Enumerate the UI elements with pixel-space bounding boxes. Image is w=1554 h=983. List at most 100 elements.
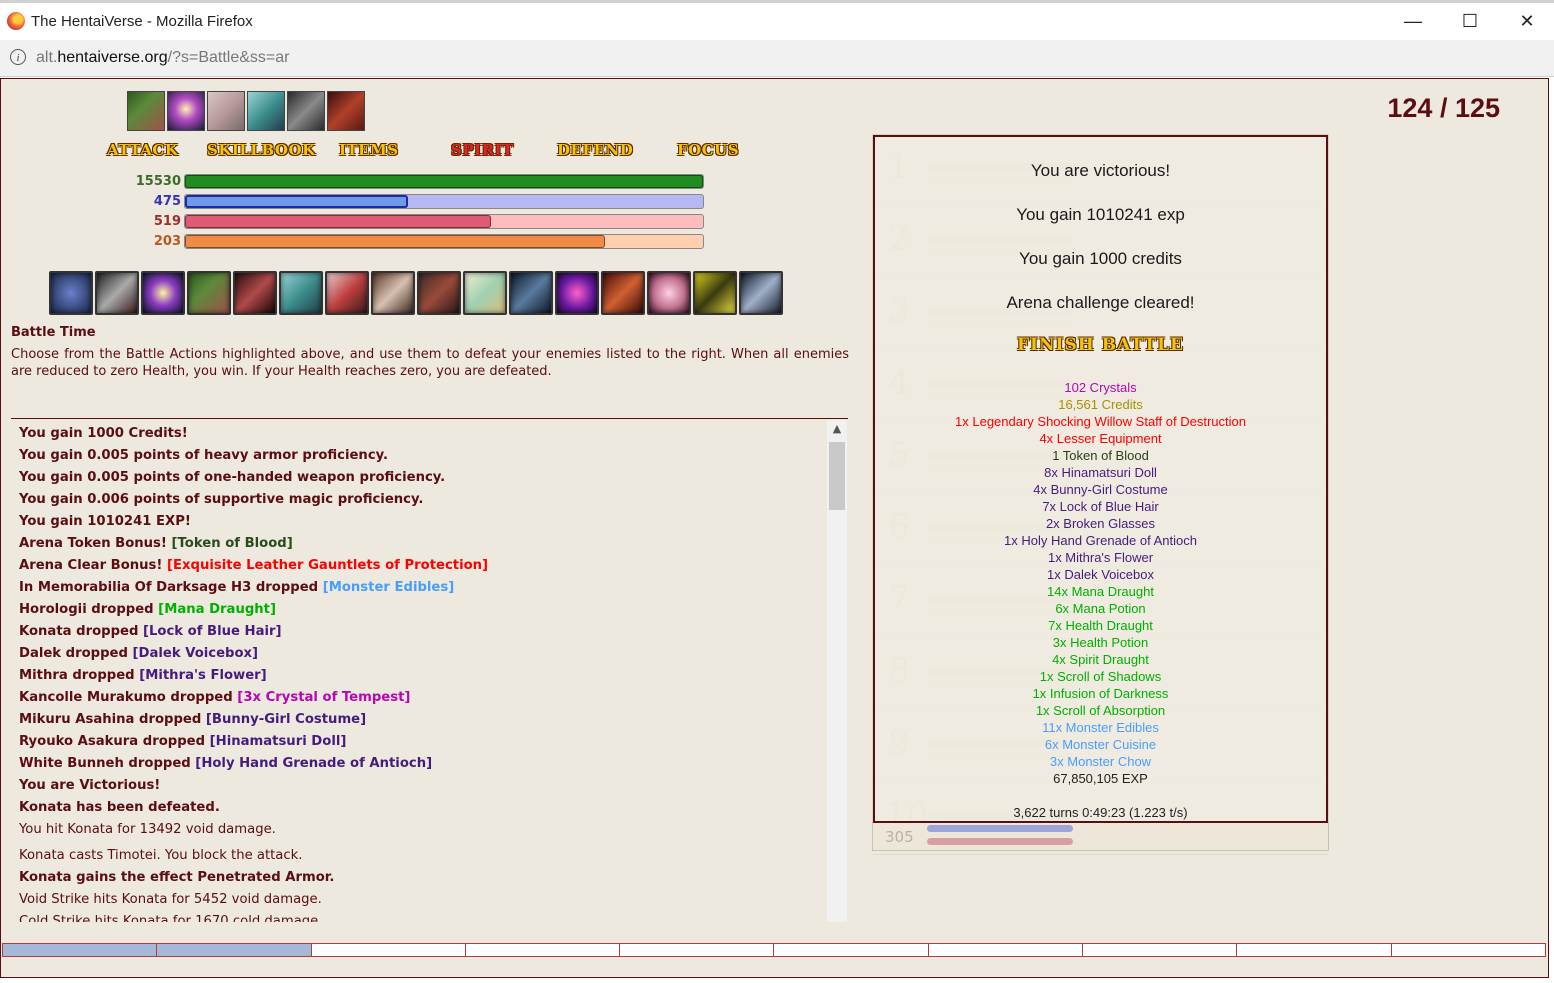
action-defend[interactable]: Defend <box>557 141 633 159</box>
progress-segment <box>1392 944 1545 956</box>
log-line: Arena Clear Bonus! [Exquisite Leather Ga… <box>11 555 848 577</box>
log-line: Mithra dropped [Mithra's Flower] <box>11 665 848 687</box>
quickbar <box>49 271 783 315</box>
scroll-up-arrow-icon[interactable]: ▲ <box>827 420 847 438</box>
log-text: Konata has been defeated. <box>19 800 220 815</box>
progress-segment <box>157 944 312 956</box>
result-arena-cleared: Arena challenge cleared! <box>1006 293 1195 312</box>
log-text: Mithra dropped <box>19 668 140 683</box>
log-line: You are Victorious! <box>11 775 848 797</box>
monster-mp-bar <box>927 825 1073 832</box>
log-text: Void Strike hits Konata for 5452 void da… <box>19 892 322 907</box>
action-skillbook[interactable]: Skillbook <box>207 141 316 159</box>
scroll-thumb[interactable] <box>829 442 845 510</box>
loot-list: 102 Crystals 16,561 Credits 1x Legendary S… <box>875 379 1326 787</box>
quickbar-slot-9-icon[interactable] <box>417 271 461 315</box>
log-line: In Memorabilia Of Darksage H3 dropped [M… <box>11 577 848 599</box>
loot-item: 1 Token of Blood <box>1052 448 1149 463</box>
turn-stats: 3,622 turns 0:49:23 (1.223 t/s) <box>1013 805 1188 820</box>
log-line: Mikuru Asahina dropped [Bunny-Girl Costu… <box>11 709 848 731</box>
spirit-value: 519 <box>153 214 181 229</box>
quickbar-slot-13-icon[interactable] <box>601 271 645 315</box>
log-text: Ryouko Asakura dropped <box>19 734 210 749</box>
effect-icons <box>127 91 365 131</box>
monster-stats-row: 305 <box>872 822 1329 851</box>
loot-item: 67,850,105 EXP <box>1053 771 1148 786</box>
action-spirit[interactable]: Spirit <box>451 141 514 159</box>
log-text: Mikuru Asahina dropped <box>19 712 206 727</box>
buff-4-icon[interactable] <box>247 91 285 131</box>
log-item-link: [Mithra's Flower] <box>139 668 267 683</box>
loot-item: 3x Monster Chow <box>1049 754 1152 769</box>
progress-segment <box>1083 944 1238 956</box>
quickbar-slot-7-icon[interactable] <box>325 271 369 315</box>
buff-2-icon[interactable] <box>167 91 205 131</box>
log-item-link: [Hinamatsuri Doll] <box>209 734 347 749</box>
minimize-button[interactable]: — <box>1384 3 1442 40</box>
quickbar-slot-3-icon[interactable] <box>141 271 185 315</box>
quickbar-slot-5-icon[interactable] <box>233 271 277 315</box>
progress-segment <box>929 944 1084 956</box>
log-line: White Bunneh dropped [Holy Hand Grenade … <box>11 753 848 775</box>
log-line: You gain 1010241 EXP! <box>11 511 848 533</box>
log-line: Konata dropped [Lock of Blue Hair] <box>11 621 848 643</box>
quickbar-slot-10-icon[interactable] <box>463 271 507 315</box>
log-text: You gain 1010241 EXP! <box>19 514 191 529</box>
maximize-button[interactable]: ☐ <box>1441 3 1499 40</box>
log-line: You gain 0.006 points of supportive magi… <box>11 489 848 511</box>
overcharge-bar <box>184 234 704 249</box>
address-bar[interactable]: i alt.hentaiverse.org/?s=Battle&ss=ar <box>0 40 1554 77</box>
log-text: Kancolle Murakumo dropped <box>19 690 238 705</box>
log-line: Konata has been defeated. <box>11 797 848 819</box>
quickbar-slot-12-icon[interactable] <box>555 271 599 315</box>
battle-results-panel: You are victorious! You gain 1010241 exp… <box>873 135 1328 823</box>
log-item-link: [Dalek Voicebox] <box>132 646 259 661</box>
action-focus[interactable]: Focus <box>677 141 739 159</box>
arena-round-counter: 124 / 125 <box>1387 93 1500 123</box>
log-line: Ryouko Asakura dropped [Hinamatsuri Doll… <box>11 731 848 753</box>
log-text: You gain 0.005 points of heavy armor pro… <box>19 448 389 463</box>
quickbar-slot-16-icon[interactable] <box>739 271 783 315</box>
log-text: Konata gains the effect Penetrated Armor… <box>19 870 335 885</box>
loot-item: 7x Lock of Blue Hair <box>1042 499 1159 514</box>
info-text: Choose from the Battle Actions highlight… <box>11 347 849 379</box>
loot-item: 102 Crystals <box>1064 380 1137 395</box>
overcharge-value: 203 <box>153 234 181 249</box>
quickbar-slot-6-icon[interactable] <box>279 271 323 315</box>
quickbar-slot-14-icon[interactable] <box>647 271 691 315</box>
quickbar-slot-11-icon[interactable] <box>509 271 553 315</box>
loot-item: 7x Health Draught <box>1048 618 1153 633</box>
loot-item: 1x Mithra's Flower <box>1047 550 1154 565</box>
arena-progress-bar <box>2 943 1546 957</box>
loot-item: 1x Holy Hand Grenade of Antioch <box>1004 533 1197 548</box>
buff-6-icon[interactable] <box>327 91 365 131</box>
close-button[interactable]: ✕ <box>1498 3 1554 40</box>
log-item-link: [Mana Draught] <box>158 602 276 617</box>
site-info-icon[interactable]: i <box>10 49 26 65</box>
loot-item: 3x Health Potion <box>1052 635 1149 650</box>
loot-item: 4x Spirit Draught <box>1052 652 1149 667</box>
log-item-link: [3x Crystal of Tempest] <box>237 690 411 705</box>
log-item-link: [Token of Blood] <box>171 536 293 551</box>
magic-bar-fill <box>185 195 408 208</box>
quickbar-slot-4-icon[interactable] <box>187 271 231 315</box>
quickbar-slot-15-icon[interactable] <box>693 271 737 315</box>
url-text[interactable]: alt.hentaiverse.org/?s=Battle&ss=ar <box>36 49 289 67</box>
quickbar-slot-8-icon[interactable] <box>371 271 415 315</box>
loot-item: 11x Monster Edibles <box>1042 720 1159 735</box>
action-attack[interactable]: Attack <box>107 141 178 159</box>
loot-item: 14x Mana Draught <box>1047 584 1154 599</box>
buff-5-icon[interactable] <box>287 91 325 131</box>
quickbar-slot-2-icon[interactable] <box>95 271 139 315</box>
buff-3-icon[interactable] <box>207 91 245 131</box>
loot-item: 16,561 Credits <box>1058 397 1143 412</box>
buff-1-icon[interactable] <box>127 91 165 131</box>
action-items[interactable]: Items <box>339 141 399 159</box>
log-scrollbar[interactable]: ▲ <box>827 420 847 922</box>
loot-item: 4x Lesser Equipment <box>1039 431 1162 446</box>
firefox-icon <box>7 12 25 30</box>
loot-item: 6x Mana Potion <box>1055 601 1146 616</box>
log-text: Konata dropped <box>19 624 143 639</box>
finish-battle-button[interactable]: Finish Battle <box>875 335 1326 355</box>
quickbar-slot-1-icon[interactable] <box>49 271 93 315</box>
